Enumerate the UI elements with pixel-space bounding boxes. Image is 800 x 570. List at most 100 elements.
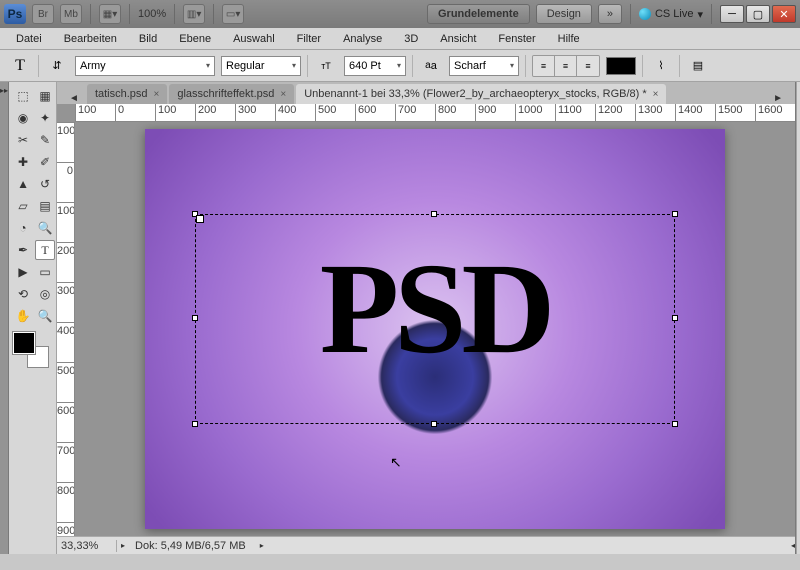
close-icon[interactable]: × xyxy=(154,89,160,100)
align-center-button[interactable]: ≡ xyxy=(555,56,577,76)
expand-icon: ▸▸ xyxy=(0,82,8,99)
zoom-level[interactable]: 33,33% xyxy=(57,540,117,552)
separator xyxy=(90,4,91,24)
options-bar: T ⇵ Army ▾ Regular ▾ тT 640 Pt ▾ aa Scha… xyxy=(0,50,800,82)
foreground-color[interactable] xyxy=(13,332,35,354)
3d-camera-tool[interactable]: ◎ xyxy=(35,284,55,304)
align-right-button[interactable]: ≡ xyxy=(577,56,599,76)
canvas-viewport[interactable]: PSD ↖ xyxy=(75,122,795,536)
app-logo[interactable]: Ps xyxy=(4,4,26,24)
title-bar: Ps Br Mb ▦▾ 100% ▥▾ ▭▾ Grundelemente Des… xyxy=(0,0,800,28)
window-maximize[interactable]: ▢ xyxy=(746,5,770,23)
separator xyxy=(174,4,175,24)
tool-preset-icon[interactable]: T xyxy=(8,55,32,77)
font-family-value: Army xyxy=(80,60,106,72)
chevron-right-icon[interactable]: ▸ xyxy=(260,541,264,550)
font-style-dropdown[interactable]: Regular ▾ xyxy=(221,56,301,76)
eraser-tool[interactable]: ▱ xyxy=(13,196,33,216)
status-bar: 33,33% ▸ Dok: 5,49 MB/6,57 MB ▸ ◂ xyxy=(57,536,795,554)
3d-tool[interactable]: ⟲ xyxy=(13,284,33,304)
cslive-label: CS Live xyxy=(655,8,694,20)
cslive-menu[interactable]: CS Live ▾ xyxy=(639,8,703,21)
type-tool[interactable]: T xyxy=(35,240,55,260)
menu-filter[interactable]: Filter xyxy=(287,30,331,48)
shape-tool[interactable]: ▭ xyxy=(35,262,55,282)
ruler-horizontal[interactable]: 1000100200300400500600700800900100011001… xyxy=(75,104,795,122)
document-tabs: ◄ tatisch.psd × glasschrifteffekt.psd × … xyxy=(57,82,795,104)
tab-unbenannt1[interactable]: Unbenannt-1 bei 33,3% (Flower2_by_archae… xyxy=(296,84,666,104)
gradient-tool[interactable]: ▤ xyxy=(35,196,55,216)
move-tool[interactable]: ⬚ xyxy=(13,86,33,106)
panels-dock: ✲Pinsel... ψPinsel ⧉Kopie... MbMini ... … xyxy=(796,82,800,554)
font-family-dropdown[interactable]: Army ▾ xyxy=(75,56,215,76)
workspace-design[interactable]: Design xyxy=(536,4,592,24)
ruler-vertical[interactable]: 10001002003004005006007008009001000 xyxy=(57,122,75,536)
path-select-tool[interactable]: ▶ xyxy=(13,262,33,282)
layout-button[interactable]: ▦▾ xyxy=(99,4,121,24)
close-icon[interactable]: × xyxy=(653,89,659,100)
menu-ebene[interactable]: Ebene xyxy=(169,30,221,48)
dodge-tool[interactable]: 🔍 xyxy=(35,218,55,238)
zoom-tool[interactable]: 🔍 xyxy=(35,306,55,326)
close-icon[interactable]: × xyxy=(280,89,286,100)
antialias-dropdown[interactable]: Scharf ▾ xyxy=(449,56,519,76)
color-swatches[interactable] xyxy=(13,332,49,368)
stamp-tool[interactable]: ▲ xyxy=(13,174,33,194)
text-color-swatch[interactable] xyxy=(606,57,636,75)
tab-scroll-left[interactable]: ◄ xyxy=(65,93,83,104)
lasso-tool[interactable]: ◉ xyxy=(13,108,33,128)
wand-tool[interactable]: ✦ xyxy=(35,108,55,128)
left-dock-strip[interactable]: ▸▸ xyxy=(0,82,9,554)
heal-tool[interactable]: ✚ xyxy=(13,152,33,172)
menu-bearbeiten[interactable]: Bearbeiten xyxy=(54,30,127,48)
minibridge-button[interactable]: Mb xyxy=(60,4,82,24)
align-left-button[interactable]: ≡ xyxy=(533,56,555,76)
separator xyxy=(711,4,712,24)
menu-3d[interactable]: 3D xyxy=(394,30,428,48)
toolbox: ⬚ ▦ ◉ ✦ ✂ ✎ ✚ ✐ ▲ ↺ ▱ ▤ ◔ 🔍 ✒ T ▶ ▭ ⟲ ◎ … xyxy=(9,82,57,554)
tab-glasschrift[interactable]: glasschrifteffekt.psd × xyxy=(169,84,294,104)
menu-ansicht[interactable]: Ansicht xyxy=(430,30,486,48)
eyedropper-tool[interactable]: ✎ xyxy=(35,130,55,150)
menu-fenster[interactable]: Fenster xyxy=(488,30,545,48)
chevron-down-icon: ▾ xyxy=(206,61,210,70)
transform-bounding-box[interactable] xyxy=(195,214,675,424)
pen-tool[interactable]: ✒ xyxy=(13,240,33,260)
chevron-down-icon: ▾ xyxy=(397,61,401,70)
document-info[interactable]: Dok: 5,49 MB/6,57 MB xyxy=(125,540,256,552)
antialias-icon: aa xyxy=(419,55,443,77)
window-close[interactable]: ✕ xyxy=(772,5,796,23)
view-extras-button[interactable]: ▥▾ xyxy=(183,4,205,24)
brush-tool[interactable]: ✐ xyxy=(35,152,55,172)
menu-bild[interactable]: Bild xyxy=(129,30,167,48)
character-panel-button[interactable]: ▤ xyxy=(686,55,710,77)
tab-scroll-right[interactable]: ► xyxy=(769,93,787,104)
window-minimize[interactable]: ─ xyxy=(720,5,744,23)
canvas[interactable]: PSD ↖ xyxy=(145,129,725,529)
bridge-button[interactable]: Br xyxy=(32,4,54,24)
screen-mode-button[interactable]: ▭▾ xyxy=(222,4,244,24)
crop-tool[interactable]: ✂ xyxy=(13,130,33,150)
workspace-grundelemente[interactable]: Grundelemente xyxy=(427,4,530,24)
menu-auswahl[interactable]: Auswahl xyxy=(223,30,285,48)
font-size-icon: тT xyxy=(314,55,338,77)
menu-datei[interactable]: Datei xyxy=(6,30,52,48)
chevron-down-icon: ▾ xyxy=(697,8,703,21)
separator xyxy=(129,4,130,24)
menu-analyse[interactable]: Analyse xyxy=(333,30,392,48)
tab-tatisch[interactable]: tatisch.psd × xyxy=(87,84,167,104)
font-size-dropdown[interactable]: 640 Pt ▾ xyxy=(344,56,406,76)
text-orientation-button[interactable]: ⇵ xyxy=(45,55,69,77)
workspace-more[interactable]: » xyxy=(598,4,622,24)
marquee-tool[interactable]: ▦ xyxy=(35,86,55,106)
font-style-value: Regular xyxy=(226,60,265,72)
tab-label: glasschrifteffekt.psd xyxy=(177,88,274,100)
separator xyxy=(630,4,631,24)
antialias-value: Scharf xyxy=(454,60,486,72)
menu-hilfe[interactable]: Hilfe xyxy=(548,30,590,48)
hand-tool[interactable]: ✋ xyxy=(13,306,33,326)
warp-text-button[interactable]: ⌇ xyxy=(649,55,673,77)
history-brush-tool[interactable]: ↺ xyxy=(35,174,55,194)
tab-label: tatisch.psd xyxy=(95,88,148,100)
blur-tool[interactable]: ◔ xyxy=(13,218,33,238)
